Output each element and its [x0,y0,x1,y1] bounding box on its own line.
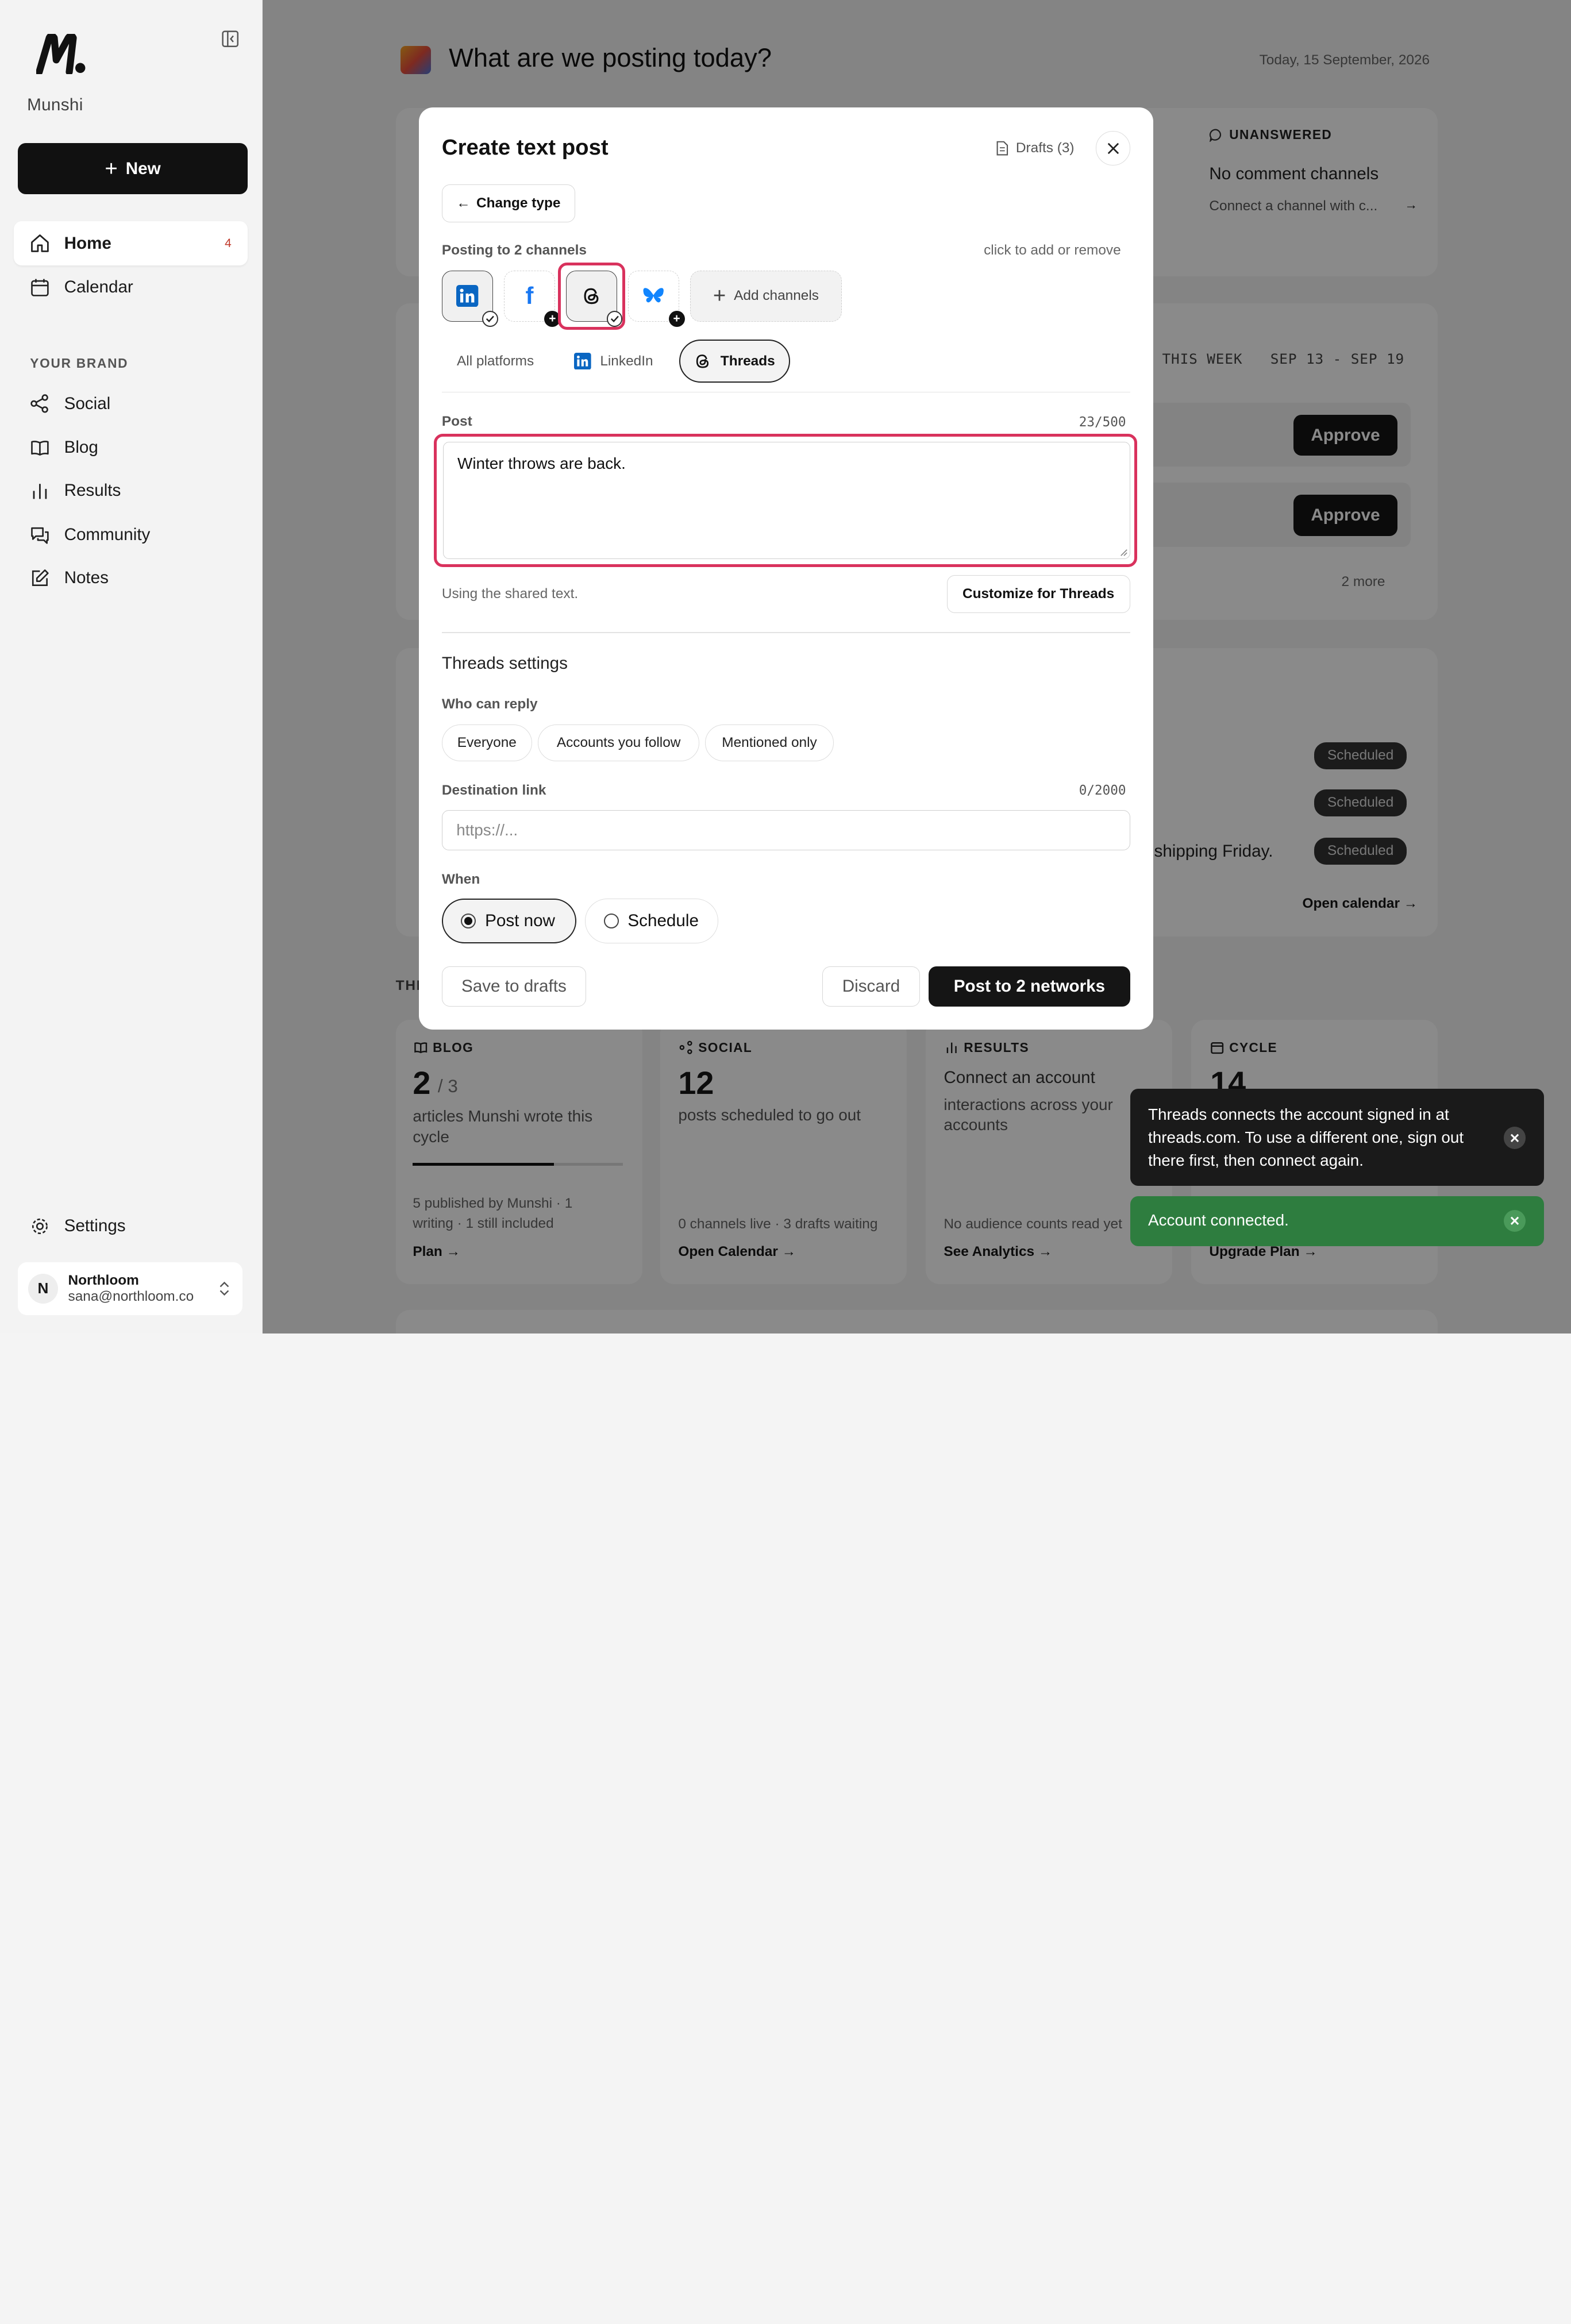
account-switcher[interactable]: N Northloom sana@northloom.co [18,1262,242,1316]
tab-linkedin[interactable]: LinkedIn [574,340,653,383]
channel-hint: click to add or remove [984,242,1121,258]
shared-text-hint: Using the shared text. [441,585,579,602]
channel-bluesky[interactable]: + [628,270,685,327]
info-toast-message: Threads connects the account signed in a… [1148,1105,1464,1169]
plus-icon: + [713,283,726,308]
share-icon [30,394,49,413]
your-brand-heading: YOUR BRAND [30,355,129,371]
destination-link-input[interactable]: https://... [441,810,1130,851]
check-icon [482,311,499,327]
sidebar-item-settings[interactable]: Settings [14,1204,247,1248]
gear-icon [32,1218,48,1234]
plus-icon: + [668,311,685,327]
post-button[interactable]: Post to 2 networks [929,966,1130,1007]
chat-icon [31,527,49,544]
close-icon [1107,142,1119,154]
add-channels-button[interactable]: + Add channels [690,270,842,322]
account-name: Northloom [68,1272,139,1288]
channel-facebook[interactable]: f + [503,270,561,327]
tab-threads[interactable]: Threads [679,340,791,383]
sidebar-item-social[interactable]: Social [14,381,247,426]
post-char-count: 23/500 [1079,414,1126,430]
calendar-icon [31,279,49,296]
destination-char-count: 0/2000 [1079,783,1126,799]
channel-linkedin[interactable] [441,270,499,327]
plus-icon: + [105,156,118,181]
home-icon [31,234,49,253]
reply-everyone-option[interactable]: Everyone [441,724,532,762]
change-type-button[interactable]: ← Change type [441,184,575,223]
platform-tabs: All platforms LinkedIn Threads [441,340,1130,393]
post-label: Post [441,414,472,430]
tab-all-platforms[interactable]: All platforms [457,340,534,383]
success-toast: Account connected. ✕ [1130,1196,1544,1246]
success-toast-message: Account connected. [1148,1211,1289,1230]
sidebar-item-results[interactable]: Results [14,469,247,513]
sidebar-item-home[interactable]: Home 4 [14,221,248,266]
bluesky-icon [643,288,664,303]
chevron-updown-icon [220,1281,229,1296]
customize-threads-button[interactable]: Customize for Threads [946,575,1130,613]
info-toast: Threads connects the account signed in a… [1130,1089,1544,1186]
close-button[interactable] [1096,131,1130,165]
drafts-button[interactable]: Drafts (3) [996,140,1075,156]
linkedin-icon [456,285,479,307]
post-now-radio[interactable]: Post now [441,898,576,944]
munshi-logo-icon [36,34,86,74]
arrow-left-icon: ← [456,195,471,211]
post-highlight-frame [433,433,1137,567]
save-drafts-button[interactable]: Save to drafts [441,966,586,1007]
radio-empty-icon [603,914,619,929]
close-icon[interactable]: ✕ [1504,1127,1526,1149]
facebook-icon: f [525,282,534,310]
new-button[interactable]: + New [18,143,248,195]
discard-button[interactable]: Discard [822,966,920,1007]
threads-settings-title: Threads settings [441,654,568,673]
document-icon [996,141,1008,156]
sidebar-item-notes[interactable]: Notes [14,556,247,600]
sidebar-item-calendar[interactable]: Calendar [14,265,247,310]
posting-to-label: Posting to 2 channels [441,242,587,258]
create-post-modal: Create text post Drafts (3) ← Change typ… [418,107,1153,1030]
book-icon [31,440,49,456]
modal-title: Create text post [441,135,609,160]
bar-chart-icon [33,484,47,499]
reply-following-option[interactable]: Accounts you follow [538,724,699,762]
home-badge: 4 [225,236,232,250]
destination-link-label: Destination link [441,782,546,798]
app-name: Munshi [27,95,83,114]
when-label: When [441,871,480,887]
threads-highlight-frame [558,262,625,330]
account-email: sana@northloom.co [68,1288,194,1304]
sidebar-item-community[interactable]: Community [14,513,247,557]
schedule-radio[interactable]: Schedule [585,898,719,944]
radio-selected-icon [461,914,476,929]
reply-mentioned-option[interactable]: Mentioned only [705,724,834,762]
close-icon[interactable]: ✕ [1504,1210,1526,1232]
sidebar-item-blog[interactable]: Blog [14,426,247,470]
who-can-reply-label: Who can reply [441,696,538,712]
edit-note-icon [32,569,49,586]
divider [441,632,1130,633]
collapse-sidebar-icon[interactable] [221,30,239,48]
linkedin-icon [574,352,591,370]
sidebar: Munshi + New Home 4 Calendar YOUR BRAND … [0,0,263,1333]
avatar: N [28,1273,59,1304]
threads-icon [696,354,709,368]
